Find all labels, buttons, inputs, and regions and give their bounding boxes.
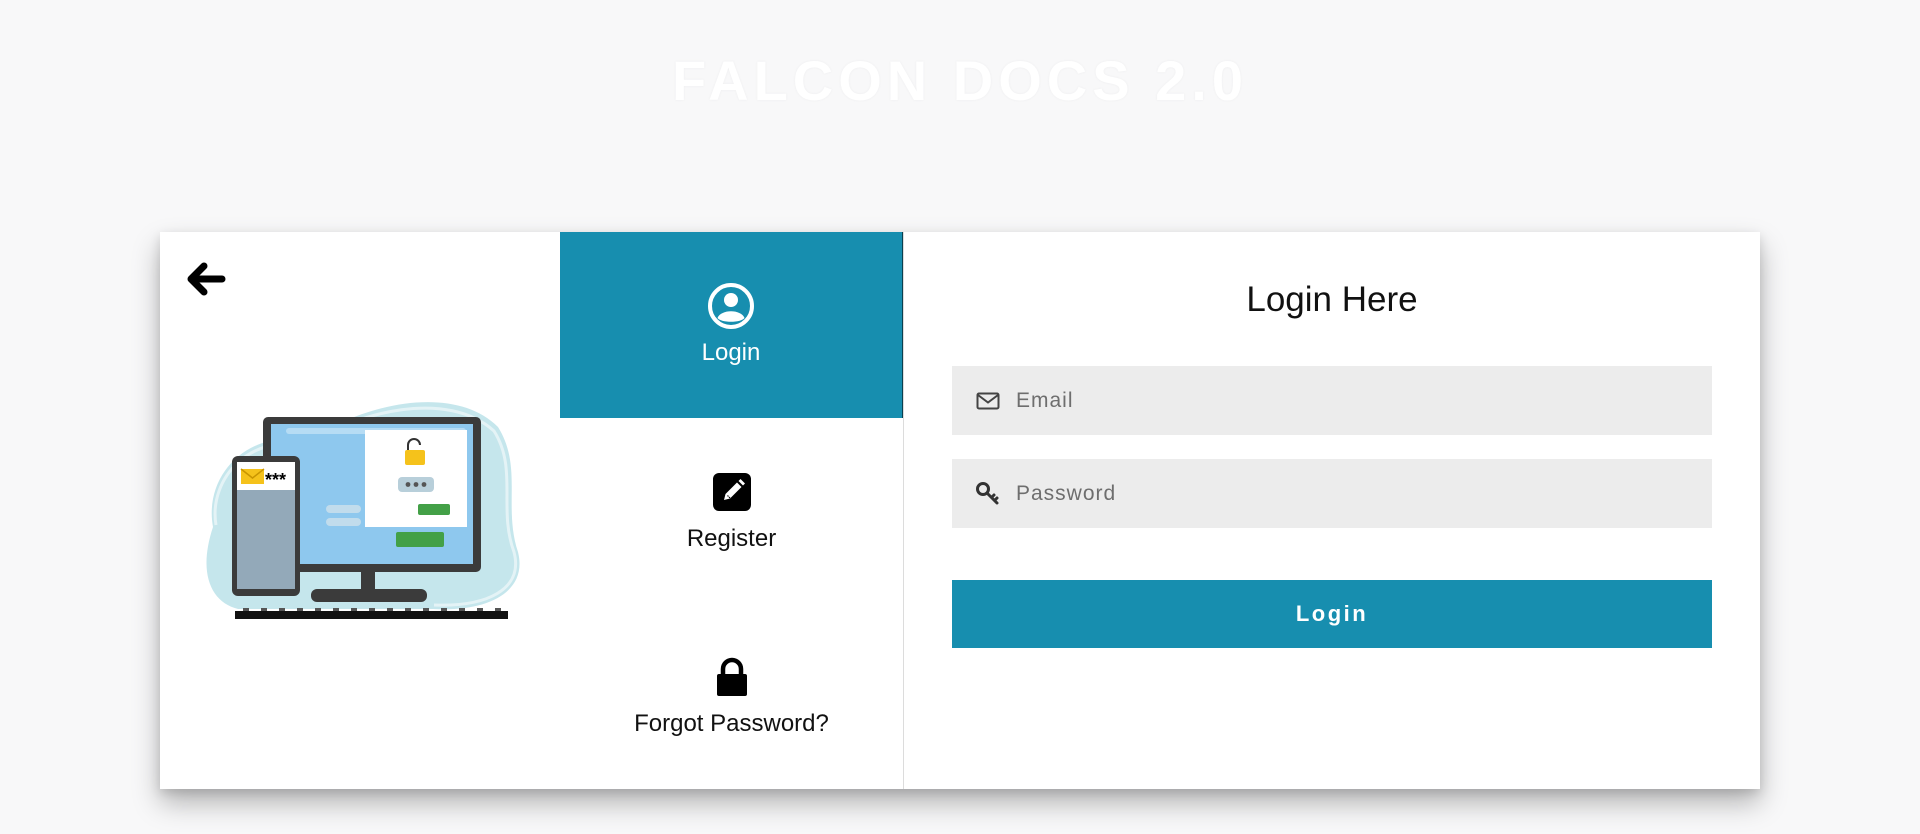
password-badge-text: *** [265,470,286,490]
nav-item-register[interactable]: Register [560,418,903,604]
form-title: Login Here [1246,280,1418,319]
lock-icon [709,654,755,700]
envelope-icon [974,387,1002,415]
auth-nav: Login Register Forgot Password? [560,232,904,789]
login-form: Login Here Login [904,232,1760,789]
illustration-panel: *** [160,232,560,789]
pencil-square-icon [709,469,755,515]
nav-item-label: Forgot Password? [634,710,829,738]
login-button[interactable]: Login [952,580,1712,648]
nav-item-label: Register [686,524,777,552]
email-input[interactable] [1016,366,1712,435]
nav-item-forgot-password[interactable]: Forgot Password? [560,603,903,789]
nav-item-label: Login [701,338,761,366]
user-circle-icon [708,282,754,329]
auth-card: *** Login Register Forgot Password? Logi… [160,232,1760,789]
key-icon [974,480,1002,508]
back-arrow-icon[interactable] [182,256,228,302]
login-illustration: *** [206,402,520,619]
app-title: FALCON DOCS 2.0 [672,49,1248,112]
nav-item-login[interactable]: Login [560,232,903,418]
password-field[interactable] [952,459,1712,528]
email-field[interactable] [952,366,1712,435]
password-input[interactable] [1016,459,1712,528]
